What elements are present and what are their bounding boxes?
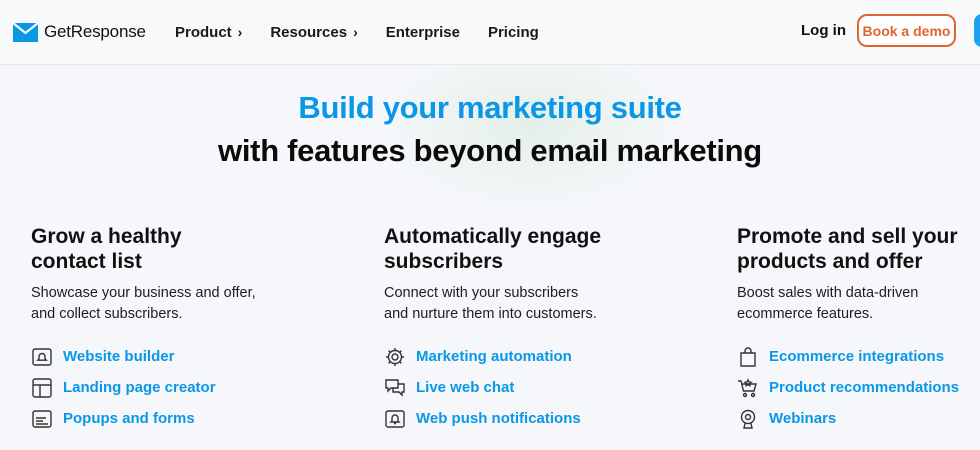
link-ecommerce-integrations[interactable]: Ecommerce integrations: [737, 341, 977, 372]
column-title: Automatically engage subscribers: [384, 225, 602, 273]
login-link[interactable]: Log in: [801, 22, 846, 39]
feature-column-sell: Promote and sell your products and offer…: [737, 224, 977, 434]
nav-product-label: Product: [175, 23, 232, 41]
chevron-right-icon: ›: [353, 24, 358, 40]
link-label: Landing page creator: [63, 379, 216, 396]
chat-icon: [384, 377, 406, 399]
link-webinars[interactable]: Webinars: [737, 403, 977, 434]
bell-icon: [384, 408, 406, 430]
landing-page-icon: [31, 377, 53, 399]
brand-name: GetResponse: [44, 22, 146, 41]
link-label: Ecommerce integrations: [769, 348, 945, 365]
envelope-logo-icon: [13, 22, 38, 42]
website-builder-icon: [31, 346, 53, 368]
feature-links: Marketing automation Live web chat Web p…: [384, 341, 644, 434]
column-description: Showcase your business and offer, and co…: [31, 285, 256, 322]
hero-headline: Build your marketing suite: [298, 90, 682, 125]
popup-form-icon: [31, 408, 53, 430]
link-popups-and-forms[interactable]: Popups and forms: [31, 403, 291, 434]
hero-subheadline: with features beyond email marketing: [218, 133, 762, 168]
book-demo-button[interactable]: Book a demo: [857, 14, 956, 47]
link-website-builder[interactable]: Website builder: [31, 341, 291, 372]
chevron-right-icon: ›: [237, 24, 243, 40]
nav-pricing-label: Pricing: [487, 23, 539, 41]
column-title: Grow a healthy contact list: [31, 225, 182, 273]
feature-links: Website builder Landing page creator Pop…: [31, 341, 291, 434]
link-label: Product recommendations: [769, 379, 960, 396]
feature-links: Ecommerce integrations Product recommend…: [737, 341, 977, 434]
signup-button-edge[interactable]: [974, 14, 980, 47]
link-marketing-automation[interactable]: Marketing automation: [384, 341, 644, 372]
column-description: Connect with your subscribers and nurtur…: [384, 285, 597, 322]
brand-logo[interactable]: GetResponse: [13, 20, 146, 44]
nav-enterprise[interactable]: Enterprise: [386, 22, 460, 42]
nav-pricing[interactable]: Pricing: [488, 22, 539, 42]
top-navigation-bar: GetResponse Product › Resources › Enterp…: [0, 0, 980, 65]
link-label: Website builder: [63, 348, 175, 365]
feature-column-contacts: Grow a healthy contact list Showcase you…: [31, 224, 291, 434]
webcam-icon: [737, 408, 759, 430]
nav-resources-label: Resources: [270, 23, 348, 41]
link-product-recommendations[interactable]: Product recommendations: [737, 372, 977, 403]
link-label: Marketing automation: [416, 348, 572, 365]
nav-resources[interactable]: Resources ›: [270, 22, 357, 42]
link-label: Webinars: [769, 410, 837, 427]
link-live-web-chat[interactable]: Live web chat: [384, 372, 644, 403]
link-web-push-notifications[interactable]: Web push notifications: [384, 403, 644, 434]
link-label: Popups and forms: [63, 410, 195, 427]
link-label: Live web chat: [416, 379, 515, 396]
nav-product[interactable]: Product ›: [175, 22, 242, 42]
column-description: Boost sales with data-driven ecommerce f…: [737, 285, 919, 322]
gear-icon: [384, 346, 406, 368]
main-nav: Product › Resources › Enterprise Pricing: [175, 22, 567, 42]
link-landing-page-creator[interactable]: Landing page creator: [31, 372, 291, 403]
nav-enterprise-label: Enterprise: [385, 23, 460, 41]
cart-icon: [737, 377, 759, 399]
column-title: Promote and sell your products and offer: [737, 225, 958, 273]
link-label: Web push notifications: [416, 410, 581, 427]
shopping-bag-icon: [737, 346, 759, 368]
feature-column-engage: Automatically engage subscribers Connect…: [384, 224, 644, 434]
